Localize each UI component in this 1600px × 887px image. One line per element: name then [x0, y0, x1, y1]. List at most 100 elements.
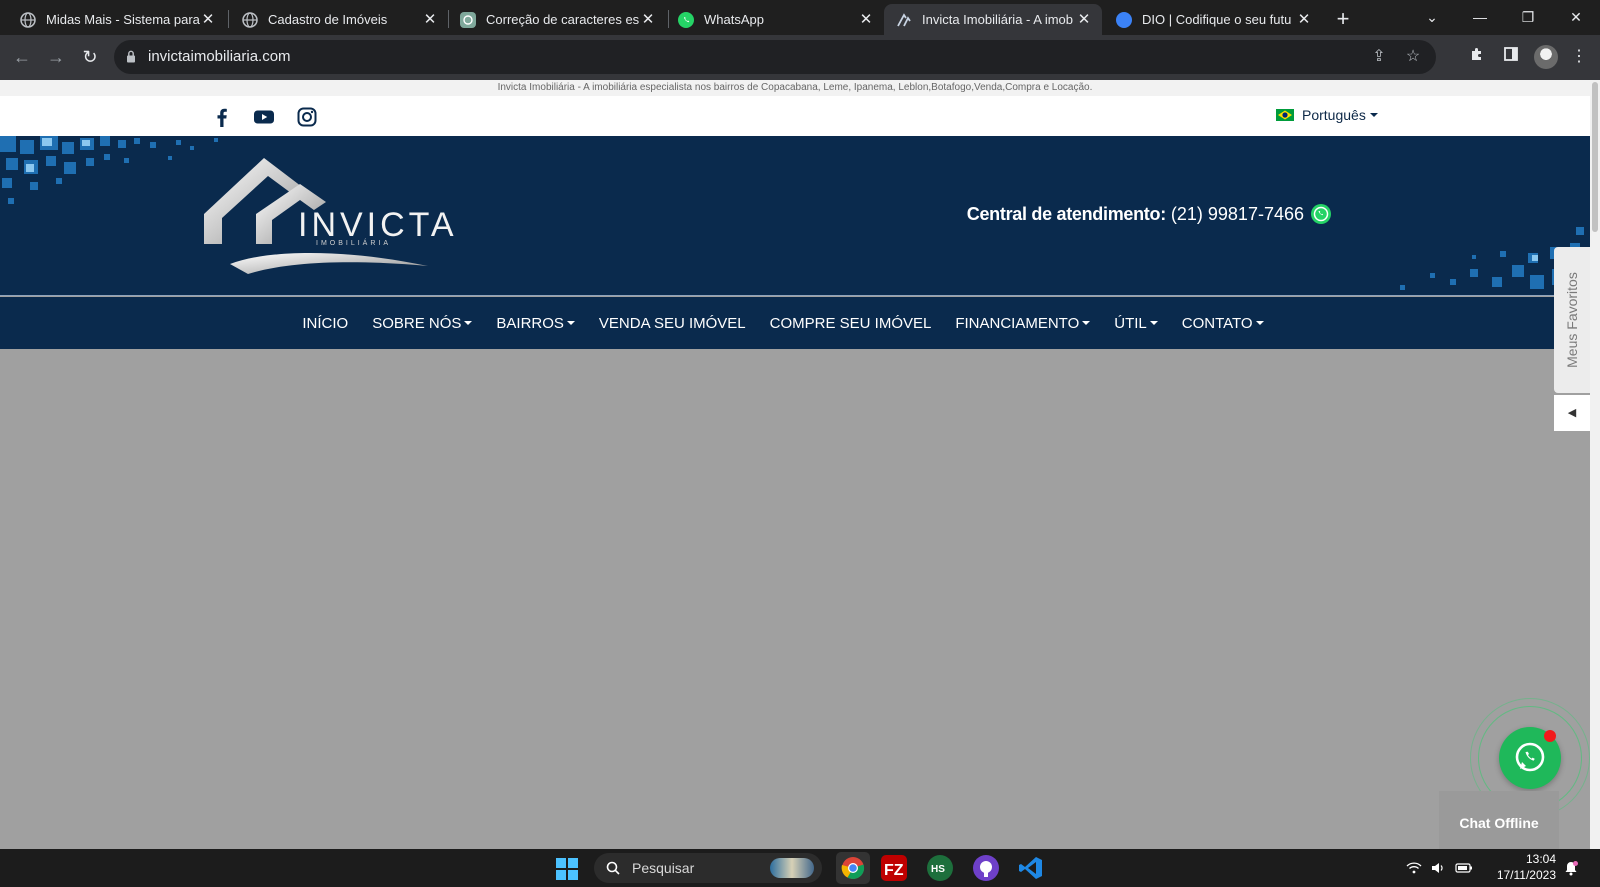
- system-clock[interactable]: 13:04 17/11/2023: [1484, 851, 1556, 883]
- nav-label: BAIRROS: [496, 314, 564, 332]
- wifi-icon[interactable]: [1406, 861, 1422, 875]
- filezilla-app[interactable]: FZ: [881, 855, 907, 881]
- page-scrollbar[interactable]: [1590, 80, 1600, 849]
- browser-tab[interactable]: Midas Mais - Sistema para ✕: [8, 4, 226, 35]
- menu-dots-icon[interactable]: ⋮: [1568, 46, 1590, 68]
- chevron-down-icon: [1082, 321, 1091, 325]
- nav-bairros[interactable]: BAIRROS: [496, 315, 575, 332]
- contact-label: Central de atendimento:: [966, 203, 1166, 224]
- browser-tab-strip: Midas Mais - Sistema para ✕ Cadastro de …: [0, 0, 1600, 35]
- chevron-down-icon: [566, 321, 575, 325]
- svg-text:HS: HS: [931, 864, 945, 875]
- tab-close-icon[interactable]: ✕: [200, 11, 216, 28]
- whatsapp-icon[interactable]: [1310, 203, 1332, 225]
- taskbar-search[interactable]: Pesquisar: [594, 853, 822, 883]
- url-text[interactable]: invictaimobiliaria.com: [148, 40, 291, 74]
- volume-icon[interactable]: [1430, 861, 1446, 875]
- facebook-icon[interactable]: [211, 106, 233, 128]
- tab-title: Correção de caracteres esp: [486, 12, 640, 27]
- tab-close-icon[interactable]: ✕: [858, 11, 874, 28]
- tab-search-chevron-icon[interactable]: ⌄: [1412, 4, 1452, 30]
- main-navigation: INÍCIO SOBRE NÓS BAIRROS VENDA SEU IMÓVE…: [0, 297, 1590, 349]
- favorites-tab[interactable]: Meus Favoritos: [1554, 247, 1590, 393]
- tab-close-icon[interactable]: ✕: [640, 11, 656, 28]
- chat-status-label[interactable]: Chat Offline: [1439, 791, 1559, 849]
- filezilla-icon: FZ: [884, 862, 904, 879]
- invicta-favicon-icon: [896, 12, 912, 28]
- heidisql-app[interactable]: HS: [927, 855, 953, 881]
- close-window-button[interactable]: ✕: [1556, 4, 1596, 30]
- contact-phone[interactable]: (21) 99817-7466: [1171, 204, 1304, 225]
- clock-time: 13:04: [1525, 852, 1556, 866]
- favorites-toggle-arrow-icon[interactable]: ◀: [1554, 395, 1590, 431]
- dio-icon: [1116, 11, 1132, 28]
- chrome-icon: [841, 857, 865, 880]
- tab-title: WhatsApp: [704, 12, 764, 27]
- web-page: Invicta Imobiliária - A imobiliária espe…: [0, 80, 1590, 849]
- nav-compre-seu-imovel[interactable]: COMPRE SEU IMÓVEL: [770, 315, 932, 332]
- side-panel-icon[interactable]: [1500, 46, 1522, 68]
- search-highlight-image: [770, 858, 814, 878]
- scrollbar-thumb[interactable]: [1592, 82, 1598, 232]
- profile-avatar[interactable]: [1534, 45, 1558, 69]
- minimize-button[interactable]: —: [1460, 4, 1500, 30]
- nav-label: ÚTIL: [1114, 314, 1147, 332]
- share-icon[interactable]: ⇪: [1370, 48, 1388, 66]
- nav-label: SOBRE NÓS: [372, 314, 462, 332]
- back-arrow-icon[interactable]: ←: [10, 45, 34, 69]
- browser-tab[interactable]: DIO | Codifique o seu futu ✕: [1104, 4, 1322, 35]
- github-icon: [980, 861, 992, 877]
- logo-subtext: IMOBILIÁRIA: [316, 240, 392, 247]
- vscode-icon: [1019, 857, 1042, 879]
- chevron-down-icon: [464, 321, 473, 325]
- github-desktop-app[interactable]: [973, 855, 999, 881]
- windows-taskbar: Pesquisar FZ HS 13:04 17/11/2023: [0, 849, 1600, 887]
- youtube-icon[interactable]: [253, 106, 275, 128]
- notification-bell-icon[interactable]: [1563, 860, 1579, 876]
- search-placeholder: Pesquisar: [632, 860, 695, 876]
- site-tagline: Invicta Imobiliária - A imobiliária espe…: [0, 80, 1590, 96]
- chatgpt-icon: [460, 11, 476, 28]
- tab-close-icon[interactable]: ✕: [1076, 11, 1092, 28]
- globe-icon: [242, 11, 258, 28]
- nav-util[interactable]: ÚTIL: [1114, 315, 1158, 332]
- chrome-app[interactable]: [836, 852, 870, 884]
- browser-tab[interactable]: Cadastro de Imóveis ✕: [230, 4, 448, 35]
- nav-label: COMPRE SEU IMÓVEL: [769, 314, 932, 332]
- vscode-app[interactable]: [1018, 855, 1044, 881]
- language-selector[interactable]: Português: [1276, 107, 1378, 123]
- nav-sobre-nos[interactable]: SOBRE NÓS: [372, 314, 473, 332]
- lock-icon[interactable]: [126, 50, 136, 63]
- tab-close-icon[interactable]: ✕: [1296, 11, 1312, 28]
- browser-tab[interactable]: Correção de caracteres esp ✕: [448, 4, 666, 35]
- extensions-puzzle-icon[interactable]: [1466, 46, 1488, 68]
- svg-text:FZ: FZ: [884, 862, 904, 879]
- brazil-flag-icon: [1276, 109, 1294, 121]
- browser-tab-active[interactable]: Invicta Imobiliária - A imob ✕: [884, 4, 1102, 35]
- nav-inicio[interactable]: INÍCIO: [302, 315, 348, 332]
- new-tab-button[interactable]: +: [1330, 7, 1356, 33]
- restore-button[interactable]: ❐: [1508, 4, 1548, 30]
- tab-close-icon[interactable]: ✕: [422, 11, 438, 28]
- nav-contato[interactable]: CONTATO: [1182, 315, 1264, 332]
- windows-start-icon[interactable]: [556, 858, 578, 880]
- address-bar[interactable]: invictaimobiliaria.com ⇪ ☆: [114, 40, 1436, 74]
- search-icon: [606, 861, 620, 875]
- nav-venda-seu-imovel[interactable]: VENDA SEU IMÓVEL: [599, 315, 746, 332]
- tab-title: Invicta Imobiliária - A imob: [922, 12, 1074, 27]
- nav-financiamento[interactable]: FINANCIAMENTO: [955, 315, 1091, 332]
- tab-title: Midas Mais - Sistema para: [46, 12, 200, 27]
- nav-label: INÍCIO: [302, 314, 349, 332]
- reload-icon[interactable]: ↻: [78, 45, 102, 69]
- notification-dot: [1544, 730, 1556, 742]
- bookmark-star-icon[interactable]: ☆: [1404, 48, 1422, 66]
- browser-tab[interactable]: WhatsApp ✕: [666, 4, 884, 35]
- whatsapp-icon: [678, 11, 694, 28]
- tab-separator: [228, 10, 229, 28]
- instagram-icon[interactable]: [296, 106, 318, 128]
- globe-icon: [20, 11, 36, 28]
- battery-icon[interactable]: [1455, 861, 1472, 875]
- tab-title: DIO | Codifique o seu futu: [1142, 12, 1292, 27]
- heidisql-icon: HS: [931, 864, 945, 875]
- forward-arrow-icon[interactable]: →: [44, 45, 68, 69]
